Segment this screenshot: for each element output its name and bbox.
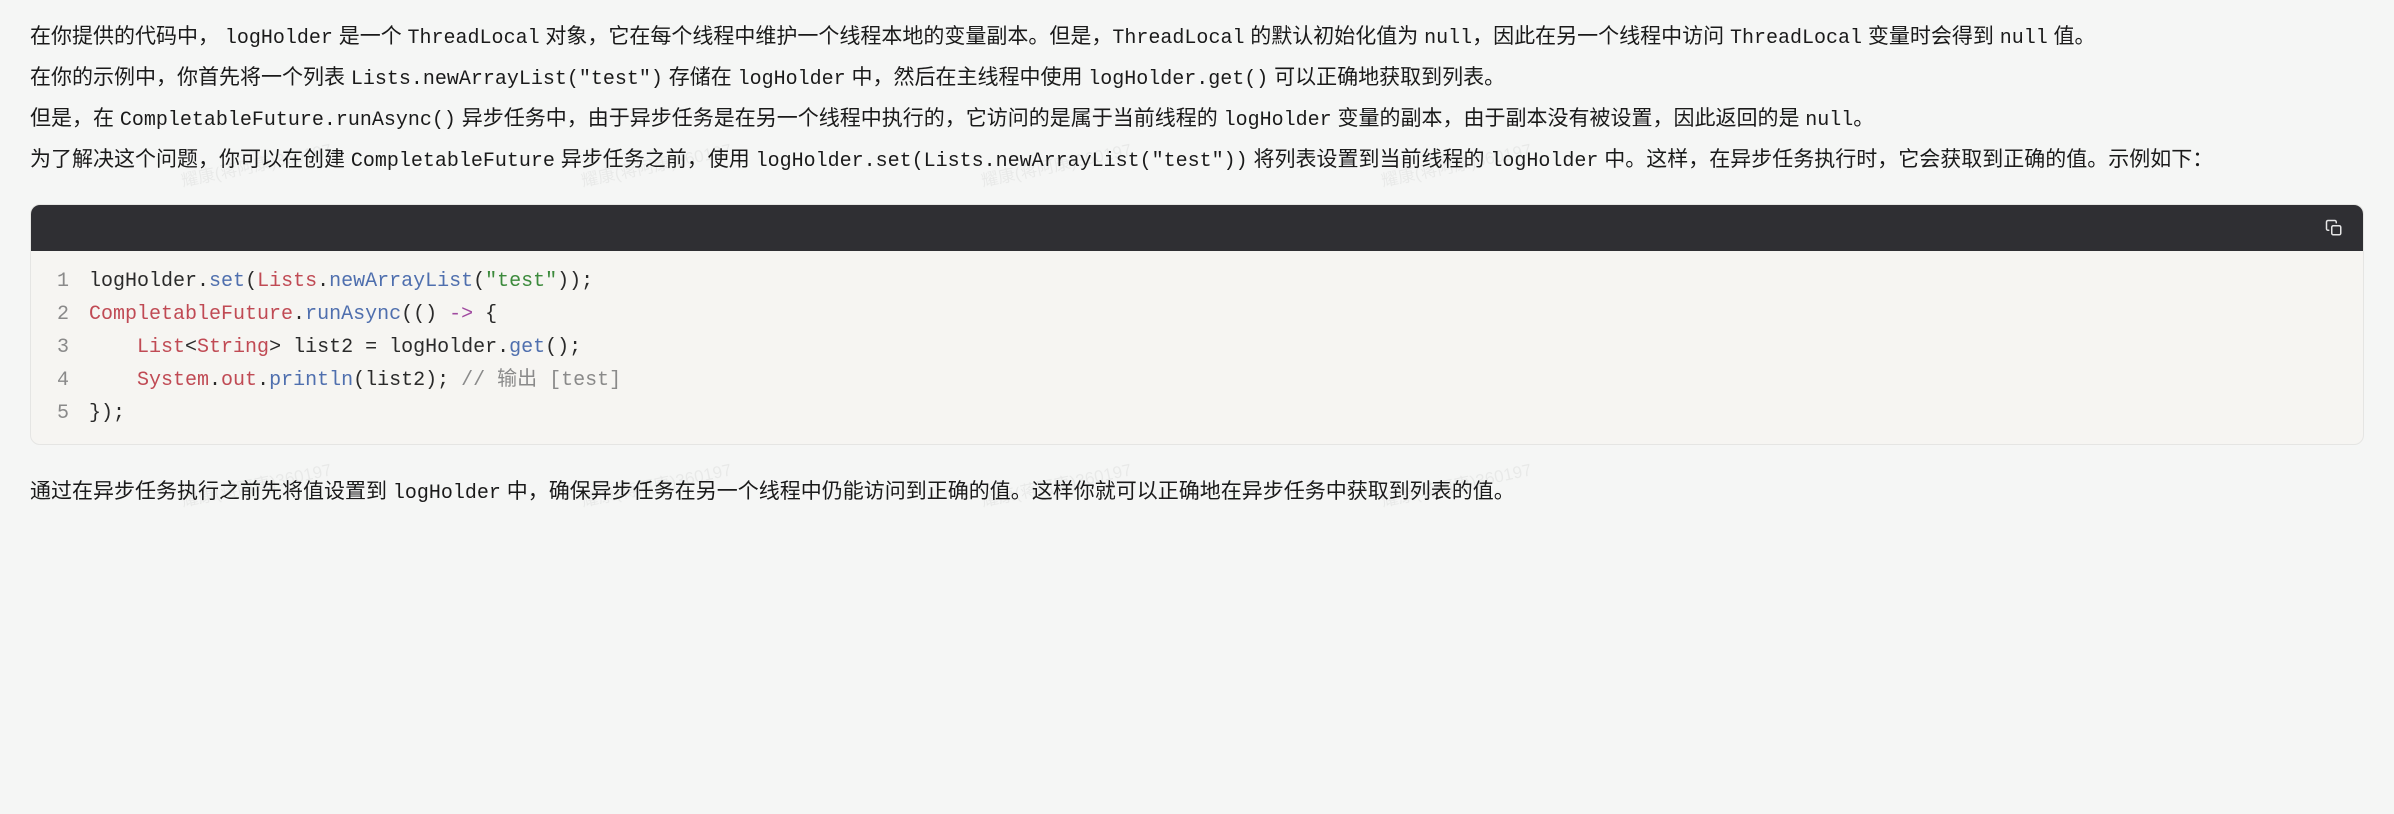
text: 的默认初始化值为 [1244,25,1424,48]
code-line: 3 List<String> list2 = logHolder.get(); [31,331,2363,364]
text: 但是，在 [30,107,120,130]
inline-code: logHolder.set(Lists.newArrayList("test")… [756,150,1248,173]
code-content: List<String> list2 = logHolder.get(); [89,331,581,364]
inline-code: logHolder [225,27,333,50]
line-number: 2 [31,298,89,331]
text: 在你提供的代码中， [30,25,225,48]
text: 值。 [2048,25,2096,48]
inline-code: CompletableFuture.runAsync() [120,109,456,132]
code-line: 2CompletableFuture.runAsync(() -> { [31,298,2363,331]
line-number: 5 [31,397,89,430]
text: 存储在 [663,66,738,89]
copy-icon [2325,219,2343,237]
inline-code: ThreadLocal [408,27,540,50]
inline-code: CompletableFuture [351,150,555,173]
paragraph-1: 在你提供的代码中， logHolder 是一个 ThreadLocal 对象，它… [30,18,2364,57]
conclusion-text: 通过在异步任务执行之前先将值设置到 logHolder 中，确保异步任务在另一个… [30,473,2364,512]
text: 中，确保异步任务在另一个线程中仍能访问到正确的值。这样你就可以正确地在异步任务中… [501,480,1515,503]
code-content: }); [89,397,125,430]
line-number: 4 [31,364,89,397]
paragraph-4: 为了解决这个问题，你可以在创建 CompletableFuture 异步任务之前… [30,141,2364,180]
code-block: 1logHolder.set(Lists.newArrayList("test"… [30,204,2364,445]
text: 通过在异步任务执行之前先将值设置到 [30,480,393,503]
text: 在你的示例中，你首先将一个列表 [30,66,351,89]
text: 中，然后在主线程中使用 [846,66,1089,89]
inline-code: logHolder [738,68,846,91]
inline-code: logHolder.get() [1088,68,1268,91]
paragraph-3: 但是，在 CompletableFuture.runAsync() 异步任务中，… [30,100,2364,139]
text: 中。这样，在异步任务执行时，它会获取到正确的值。示例如下： [1598,148,2213,171]
code-line: 4 System.out.println(list2); // 输出 [test… [31,364,2363,397]
copy-button[interactable] [2323,217,2345,239]
code-content: logHolder.set(Lists.newArrayList("test")… [89,265,593,298]
inline-code: null [1805,109,1853,132]
text: 变量的副本，由于副本没有被设置，因此返回的是 [1332,107,1806,130]
line-number: 3 [31,331,89,364]
inline-code: ThreadLocal [1112,27,1244,50]
inline-code: logHolder [393,482,501,505]
code-line: 5}); [31,397,2363,430]
inline-code: ThreadLocal [1730,27,1862,50]
paragraph-2: 在你的示例中，你首先将一个列表 Lists.newArrayList("test… [30,59,2364,98]
code-line: 1logHolder.set(Lists.newArrayList("test"… [31,265,2363,298]
text: 是一个 [333,25,408,48]
inline-code: null [1424,27,1472,50]
text: 。 [1853,107,1874,130]
explanation-text: 在你提供的代码中， logHolder 是一个 ThreadLocal 对象，它… [30,18,2364,180]
text: 将列表设置到当前线程的 [1248,148,1491,171]
text: ，因此在另一个线程中访问 [1472,25,1730,48]
text: 异步任务中，由于异步任务是在另一个线程中执行的，它访问的是属于当前线程的 [456,107,1224,130]
code-block-header [31,205,2363,251]
inline-code: null [2000,27,2048,50]
text: 对象，它在每个线程中维护一个线程本地的变量副本。但是， [540,25,1113,48]
text: 可以正确地获取到列表。 [1268,66,1505,89]
text: 为了解决这个问题，你可以在创建 [30,148,351,171]
inline-code: logHolder [1224,109,1332,132]
text: 变量时会得到 [1862,25,2000,48]
paragraph-5: 通过在异步任务执行之前先将值设置到 logHolder 中，确保异步任务在另一个… [30,473,2364,512]
code-body: 1logHolder.set(Lists.newArrayList("test"… [31,251,2363,444]
code-content: System.out.println(list2); // 输出 [test] [89,364,621,397]
code-content: CompletableFuture.runAsync(() -> { [89,298,497,331]
line-number: 1 [31,265,89,298]
inline-code: logHolder [1490,150,1598,173]
inline-code: Lists.newArrayList("test") [351,68,663,91]
text: 异步任务之前，使用 [555,148,756,171]
